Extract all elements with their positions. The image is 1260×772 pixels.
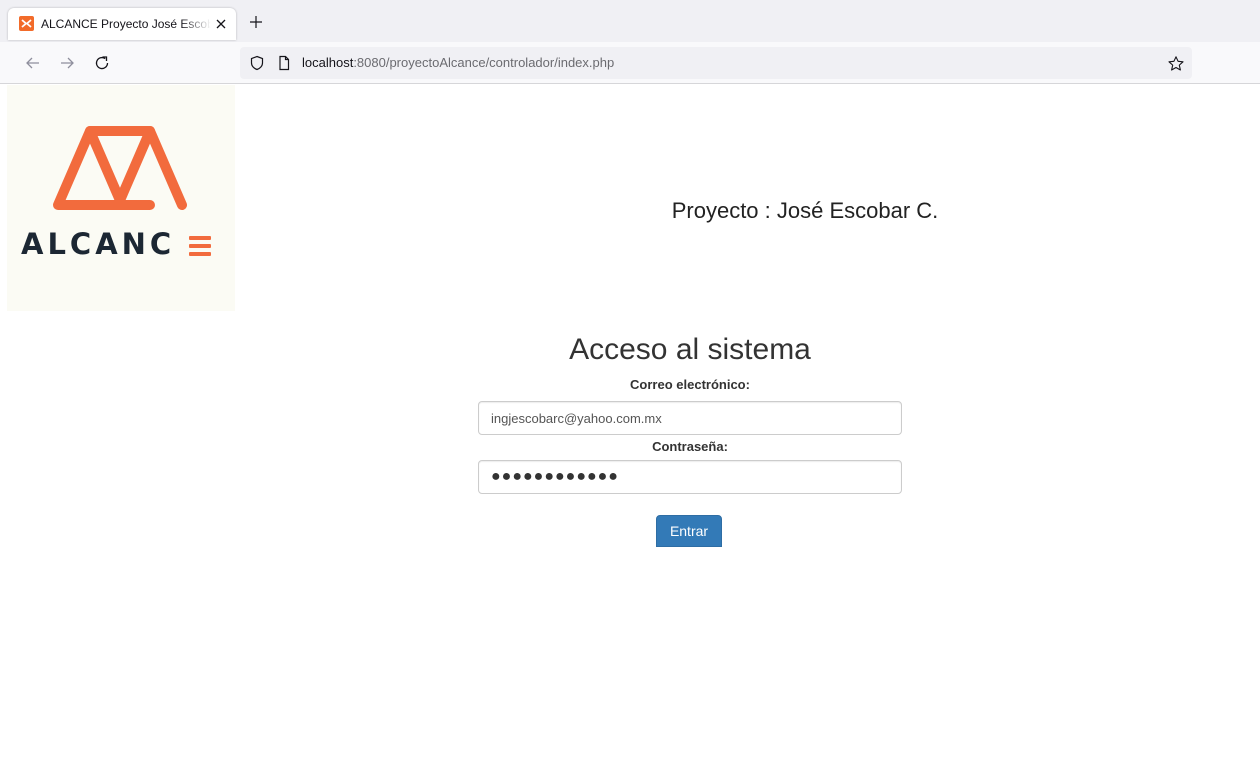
email-label: Correo electrónico: — [630, 377, 750, 392]
browser-tab[interactable]: ALCANCE Proyecto José Escobar C. — [8, 8, 236, 40]
page-icon[interactable] — [276, 55, 292, 71]
password-field[interactable] — [478, 460, 902, 494]
close-icon[interactable] — [213, 16, 229, 32]
logo-e-bars — [189, 236, 211, 256]
login-heading: Acceso al sistema — [569, 333, 811, 366]
url-host: localhost — [302, 55, 354, 70]
project-title: Proyecto : José Escobar C. — [671, 198, 939, 223]
shield-icon[interactable] — [249, 55, 265, 71]
logo-wordmark: ALCANC — [21, 227, 176, 261]
password-label: Contraseña: — [652, 439, 728, 454]
tab-title: ALCANCE Proyecto José Escobar C. — [41, 17, 211, 31]
url-text[interactable]: localhost:8080/proyectoAlcance/controlad… — [302, 54, 614, 72]
plus-icon[interactable] — [244, 10, 268, 34]
url-path: :8080/proyectoAlcance/controlador/index.… — [353, 55, 615, 70]
arrow-right-icon[interactable] — [57, 53, 77, 73]
url-bar[interactable]: localhost:8080/proyectoAlcance/controlad… — [240, 47, 1192, 79]
navigation-toolbar: localhost:8080/proyectoAlcance/controlad… — [0, 42, 1260, 84]
reload-icon[interactable] — [92, 53, 112, 73]
arrow-left-icon[interactable] — [23, 53, 43, 73]
submit-button[interactable]: Entrar — [656, 515, 722, 547]
alcance-logo: ALCANC — [7, 85, 235, 311]
alcance-mountain-logo — [53, 126, 187, 210]
xampp-icon — [19, 16, 34, 31]
email-field[interactable] — [478, 401, 902, 435]
tab-strip: ALCANCE Proyecto José Escobar C. — [0, 0, 1260, 42]
star-icon[interactable] — [1167, 55, 1185, 73]
